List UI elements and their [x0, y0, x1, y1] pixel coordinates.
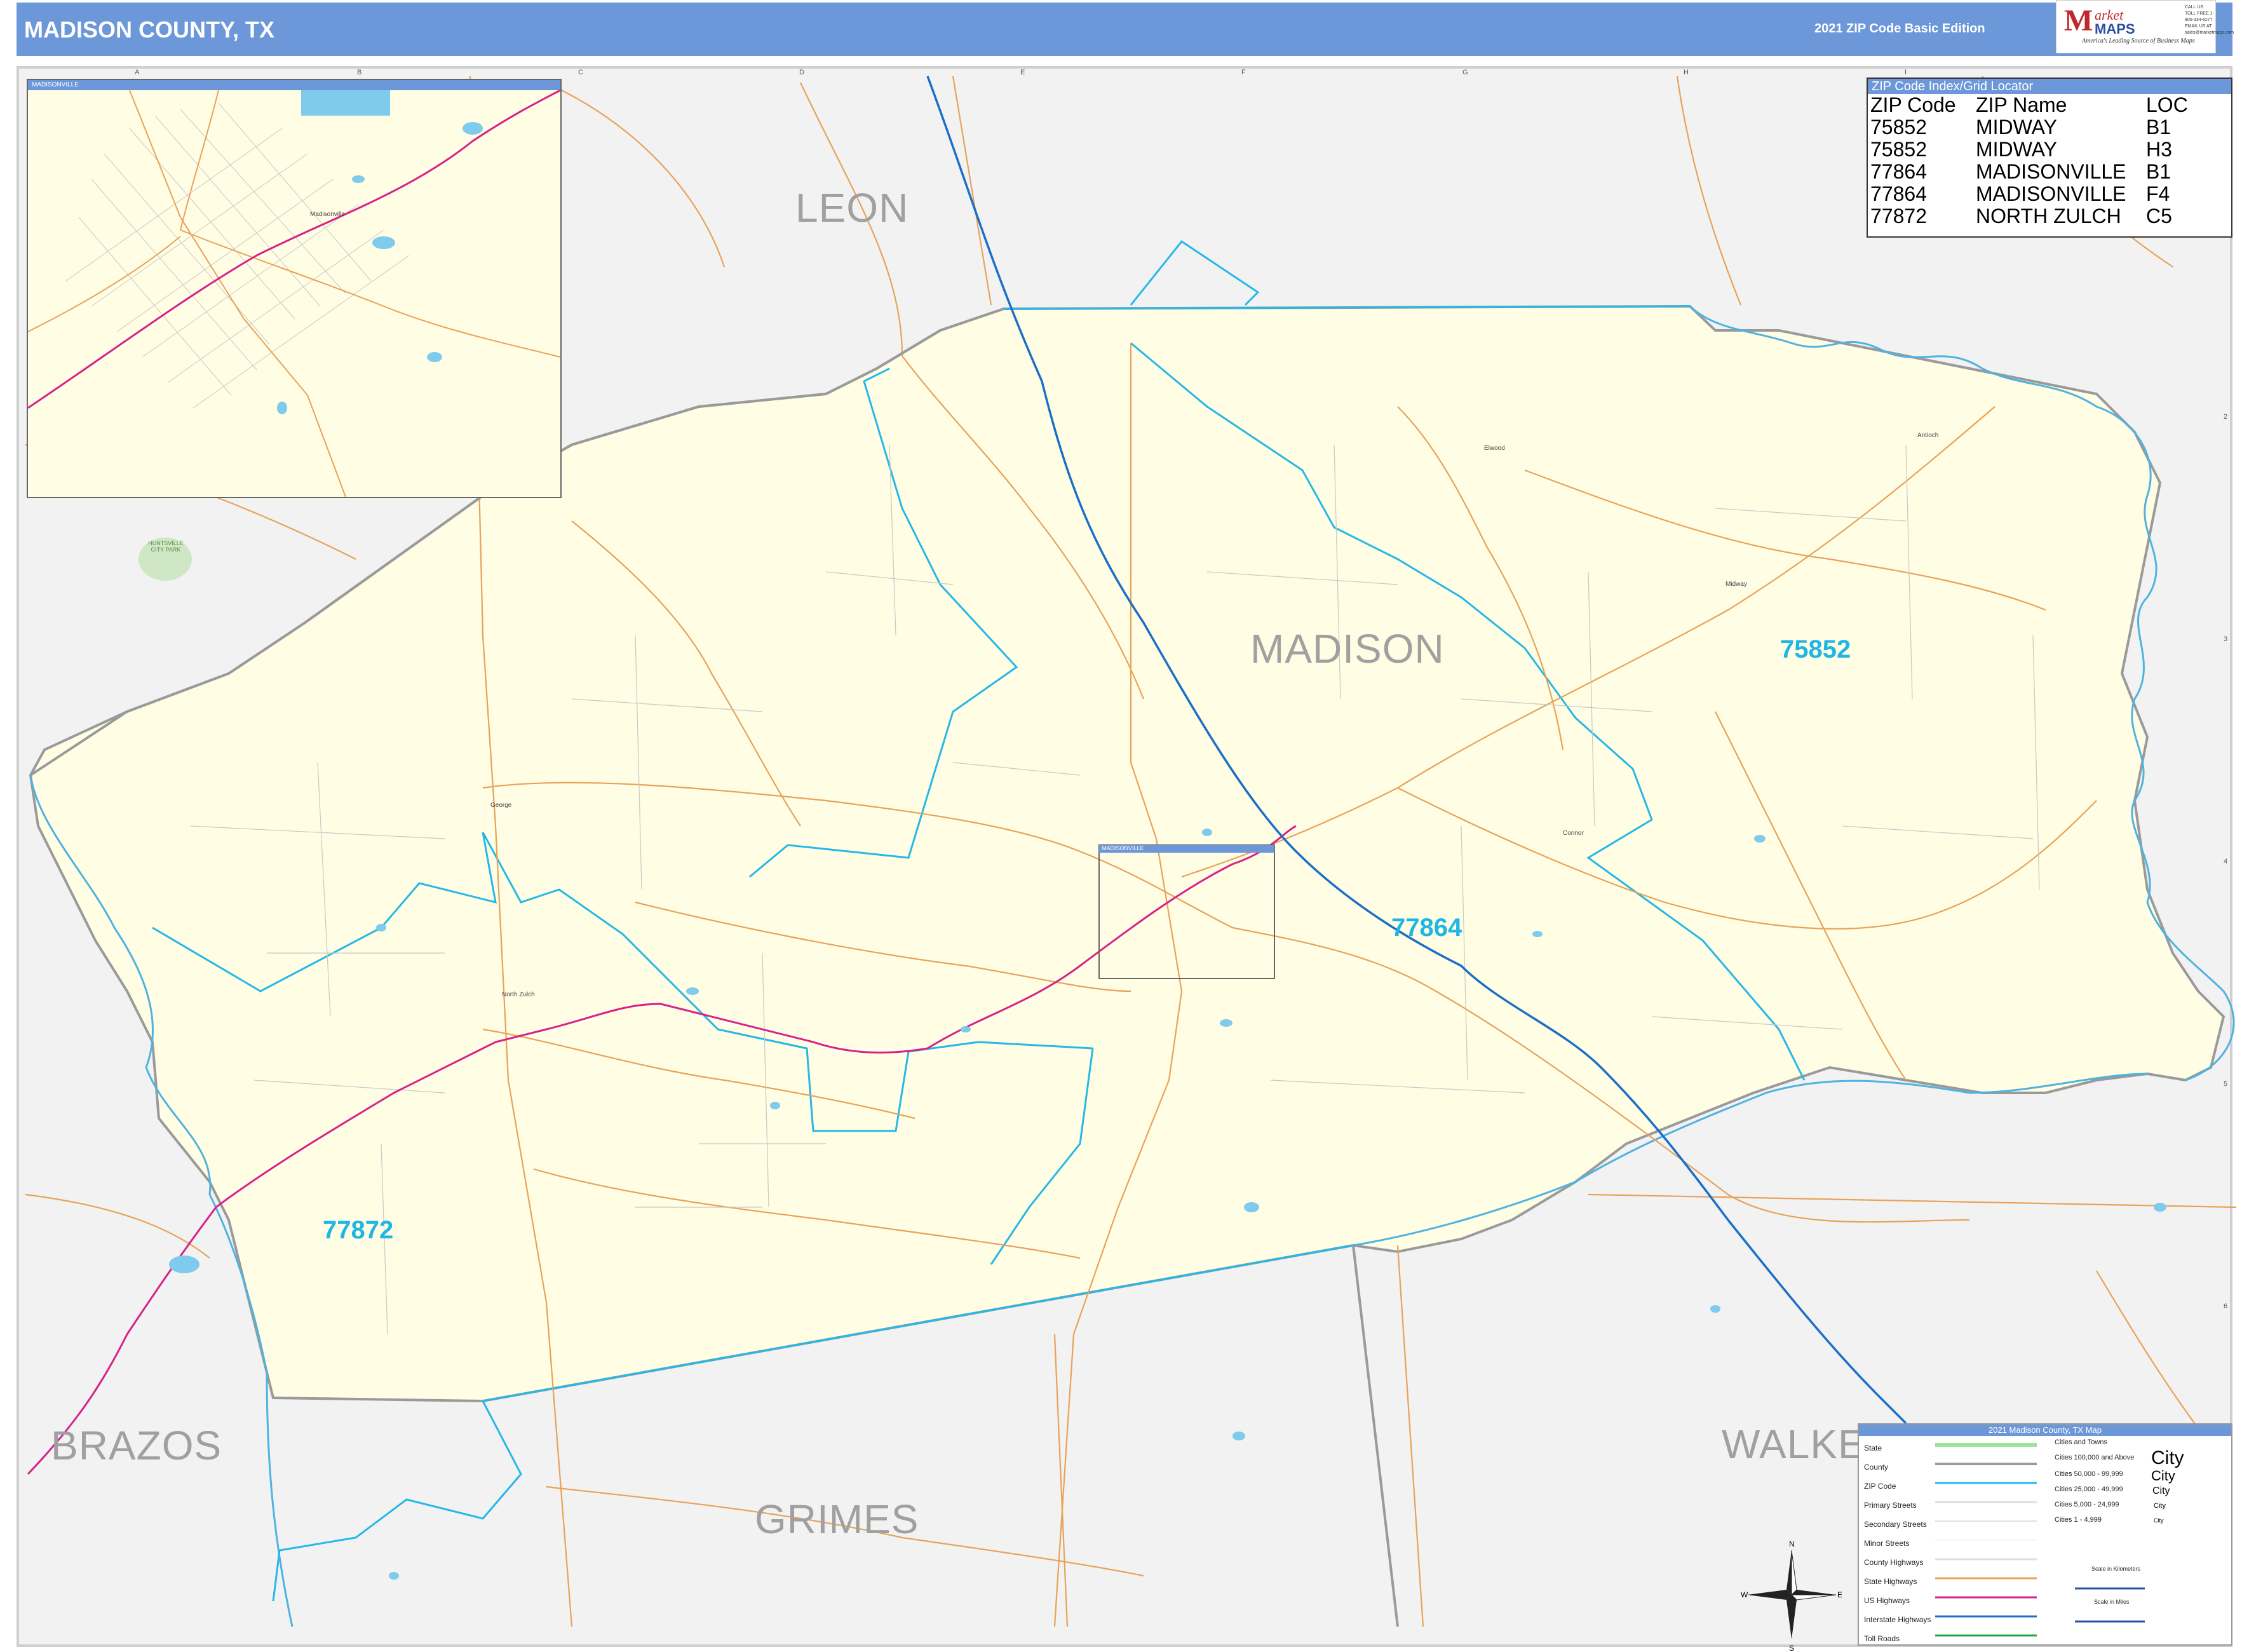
- zip-index-table: ZIP Code ZIP Name LOC 75852 MIDWAY B1 75…: [1870, 94, 2188, 227]
- county-label-madison: MADISON: [1250, 626, 1445, 672]
- compass-w: W: [1741, 1590, 1748, 1599]
- legend-item-primary: Primary Streets: [1864, 1501, 1917, 1510]
- madisonville-inset: MADISONVILLE Madisonville: [27, 79, 562, 498]
- zip-index-cell: NORTH ZULCH: [1976, 205, 2121, 227]
- zip-index-row: 77864 MADISONVILLE F4: [1870, 183, 2188, 205]
- legend-cities-title: Cities and Towns: [2055, 1439, 2107, 1446]
- locator-box-label: MADISONVILLE: [1102, 845, 1144, 851]
- legend-item-state: State: [1864, 1444, 1882, 1452]
- legend-scale-km: Scale in Kilometers: [2091, 1566, 2141, 1572]
- county-label-brazos: BRAZOS: [51, 1423, 222, 1468]
- legend-city-sample: City: [2154, 1502, 2166, 1510]
- zip-index-row: 75852 MIDWAY B1: [1870, 116, 2188, 139]
- inset-title: MADISONVILLE: [28, 80, 560, 90]
- grid-col-a: A: [135, 69, 140, 76]
- grid-row-2: 2: [2224, 413, 2228, 421]
- zip-boundary-south-ext: [272, 1400, 522, 1602]
- zip-index-cell: F4: [2146, 182, 2170, 205]
- inset-us-highway: [28, 90, 560, 409]
- zip-index-cell: 75852: [1870, 138, 1927, 161]
- county-label-leon: LEON: [795, 185, 909, 231]
- zip-index-title: ZIP Code Index/Grid Locator: [1868, 79, 2231, 94]
- grid-row-5: 5: [2224, 1080, 2228, 1088]
- compass-n: N: [1789, 1540, 1795, 1548]
- zip-code-index: ZIP Code Index/Grid Locator ZIP Code ZIP…: [1867, 78, 2232, 238]
- legend-city-sample: City: [2154, 1517, 2164, 1524]
- zip-index-cell: H3: [2146, 138, 2172, 161]
- zip-index-row: 77872 NORTH ZULCH C5: [1870, 205, 2188, 227]
- zip-index-cell: MADISONVILLE: [1976, 182, 2126, 205]
- walker-grimes-border: [1352, 1245, 1399, 1627]
- zip-index-cell: MADISONVILLE: [1976, 160, 2126, 183]
- grid-col-b: B: [357, 69, 362, 76]
- zip-index-header: ZIP Name: [1976, 93, 2067, 116]
- zip-index-cell: 77864: [1870, 160, 1927, 183]
- zip-label-77872: 77872: [323, 1216, 394, 1244]
- grid-col-d: D: [799, 69, 804, 76]
- grid-row-4: 4: [2224, 858, 2228, 865]
- zip-index-header-row: ZIP Code ZIP Name LOC: [1870, 94, 2188, 116]
- grid-col-f: F: [1241, 69, 1246, 76]
- grid-col-c: C: [578, 69, 583, 76]
- compass-e: E: [1837, 1590, 1842, 1599]
- place-connor: Connor: [1563, 830, 1584, 837]
- inset-city-label: Madisonville: [310, 211, 346, 218]
- legend-city-tier: Cities 25,000 - 49,999: [2055, 1486, 2123, 1493]
- map-legend: 2021 Madison County, TX Map State County…: [1858, 1423, 2232, 1646]
- legend-item-minor: Minor Streets: [1864, 1539, 1910, 1548]
- legend-city-tier: Cities 50,000 - 99,999: [2055, 1470, 2123, 1478]
- place-george: George: [490, 802, 512, 809]
- inset-canvas: [28, 90, 560, 497]
- grid-row-3: 3: [2224, 635, 2228, 643]
- legend-item-us-hwy: US Highways: [1864, 1596, 1910, 1605]
- legend-city-sample: City: [2151, 1447, 2184, 1468]
- compass-rose-icon: N S E W: [1741, 1540, 1842, 1652]
- zip-index-cell: C5: [2146, 205, 2172, 227]
- zip-boundary-leon: [1130, 240, 1260, 306]
- compass-s: S: [1789, 1644, 1794, 1652]
- place-city-park: HUNTSVILLE CITY PARK: [148, 540, 184, 553]
- place-antioch: Antioch: [1917, 432, 1939, 439]
- legend-title: 2021 Madison County, TX Map: [1859, 1425, 2231, 1436]
- zip-index-row: 77864 MADISONVILLE B1: [1870, 161, 2188, 183]
- grid-col-g: G: [1462, 69, 1468, 76]
- place-north-zulch: North Zulch: [502, 991, 535, 998]
- legend-city-sample: City: [2152, 1486, 2170, 1496]
- grid-col-i: I: [1905, 69, 1907, 76]
- county-label-walker: WALKE: [1722, 1421, 1866, 1467]
- legend-scale-mi: Scale in Miles: [2094, 1599, 2130, 1605]
- zip-index-cell: 75852: [1870, 116, 1927, 139]
- grid-col-e: E: [1020, 69, 1025, 76]
- legend-item-secondary: Secondary Streets: [1864, 1520, 1927, 1529]
- zip-index-cell: MIDWAY: [1976, 138, 2057, 161]
- zip-index-cell: B1: [2146, 160, 2171, 183]
- zip-index-header: LOC: [2146, 93, 2188, 116]
- zip-index-cell: 77864: [1870, 182, 1927, 205]
- legend-item-state-hwy: State Highways: [1864, 1577, 1917, 1586]
- county-label-grimes: GRIMES: [755, 1496, 919, 1542]
- legend-city-sample: City: [2151, 1468, 2175, 1484]
- place-elwood: Elwood: [1484, 445, 1505, 452]
- zip-index-cell: 77872: [1870, 205, 1927, 227]
- zip-index-header: ZIP Code: [1870, 93, 1956, 116]
- zip-index-cell: MIDWAY: [1976, 116, 2057, 139]
- legend-item-interstate: Interstate Highways: [1864, 1615, 1931, 1624]
- legend-item-toll: Toll Roads: [1864, 1634, 1900, 1643]
- zip-label-75852: 75852: [1780, 635, 1851, 663]
- legend-city-tier: Cities 1 - 4,999: [2055, 1516, 2102, 1524]
- legend-item-zip: ZIP Code: [1864, 1482, 1896, 1491]
- zip-index-cell: B1: [2146, 116, 2171, 139]
- zip-index-row: 75852 MIDWAY H3: [1870, 139, 2188, 161]
- legend-city-tier: Cities 5,000 - 24,999: [2055, 1501, 2119, 1508]
- grid-col-h: H: [1684, 69, 1689, 76]
- grid-row-6: 6: [2224, 1303, 2228, 1310]
- zip-label-77864: 77864: [1391, 914, 1462, 942]
- legend-city-tier: Cities 100,000 and Above: [2055, 1454, 2135, 1461]
- legend-item-county: County: [1864, 1463, 1889, 1472]
- legend-item-county-hwy: County Highways: [1864, 1558, 1924, 1567]
- place-midway: Midway: [1725, 581, 1747, 588]
